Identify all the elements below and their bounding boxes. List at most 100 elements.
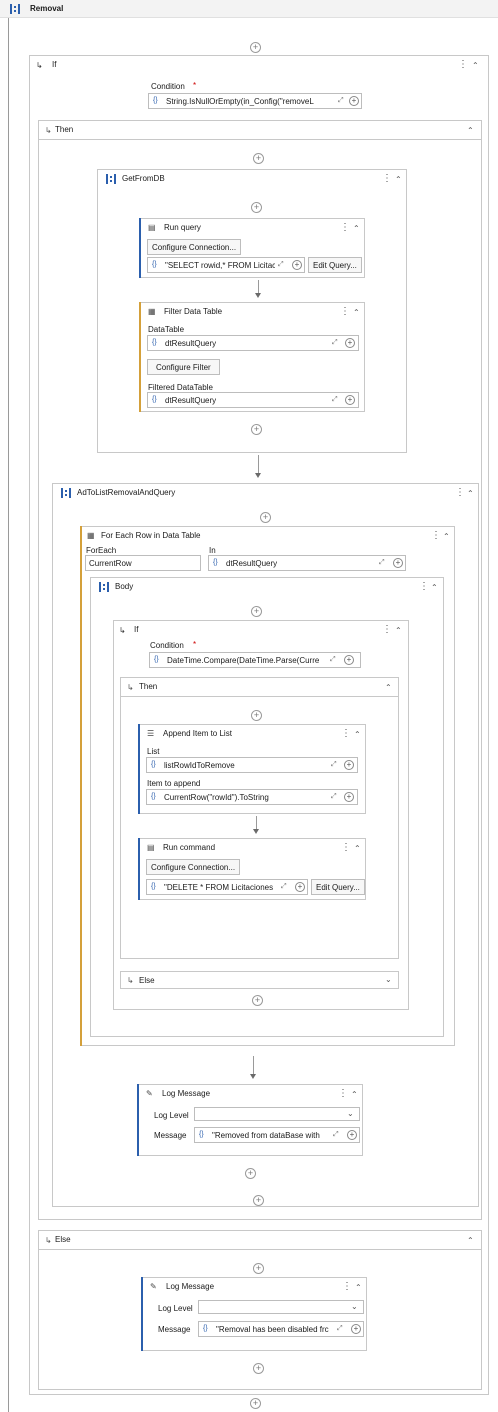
field-plus-icon[interactable]: + — [393, 558, 403, 568]
filter-collapse-icon[interactable]: ⌃ — [353, 308, 360, 318]
expand-editor-icon[interactable]: ⤢ — [379, 559, 385, 567]
adtolist-collapse-icon[interactable]: ⌃ — [467, 489, 474, 499]
add-activity-icon[interactable]: + — [245, 1168, 256, 1179]
add-activity-icon[interactable]: + — [253, 1363, 264, 1374]
add-activity-icon[interactable]: + — [253, 1263, 264, 1274]
add-activity-icon[interactable]: + — [252, 995, 263, 1006]
in-field[interactable]: {} dtResultQuery ⤢ + — [208, 555, 406, 571]
inner-condition-field[interactable]: {} DateTime.Compare(DateTime.Parse(Curre… — [149, 652, 361, 668]
field-plus-icon[interactable]: + — [344, 760, 354, 770]
log-menu-icon[interactable]: ⋮ — [342, 1282, 352, 1292]
expand-editor-icon[interactable]: ⤢ — [332, 339, 338, 347]
add-activity-icon[interactable]: + — [251, 202, 262, 213]
field-plus-icon[interactable]: + — [349, 96, 359, 106]
field-plus-icon[interactable]: + — [347, 1130, 357, 1140]
field-plus-icon[interactable]: + — [345, 338, 355, 348]
else-collapse-icon[interactable]: ⌃ — [467, 1236, 474, 1246]
run-query-menu-icon[interactable]: ⋮ — [340, 223, 350, 233]
log-level-select[interactable]: ⌄ — [198, 1300, 364, 1314]
inner-if-menu-icon[interactable]: ⋮ — [382, 625, 392, 635]
message-field[interactable]: {} "Removed from dataBase with ⤢ + — [194, 1127, 360, 1143]
expand-editor-icon[interactable]: ⤢ — [278, 261, 284, 269]
inner-then-branch[interactable]: ↳ Then ⌃ + ☰ Append Item to List ⋮ ⌃ Lis… — [120, 677, 399, 959]
inner-else-branch[interactable]: ↳ Else ⌄ — [120, 971, 399, 989]
field-plus-icon[interactable]: + — [344, 792, 354, 802]
add-activity-icon[interactable]: + — [253, 1195, 264, 1206]
then-branch[interactable]: ↳ Then ⌃ + GetFromDB ⋮ ⌃ + ▤ Run query ⋮… — [38, 120, 482, 1220]
add-activity-icon[interactable]: + — [250, 42, 261, 53]
removal-header[interactable]: Removal — [0, 0, 498, 18]
expand-editor-icon[interactable]: ⤢ — [331, 761, 337, 769]
filter-menu-icon[interactable]: ⋮ — [340, 307, 350, 317]
add-activity-icon[interactable]: + — [251, 424, 262, 435]
field-plus-icon[interactable]: + — [344, 655, 354, 665]
add-activity-icon[interactable]: + — [253, 153, 264, 164]
run-command-collapse-icon[interactable]: ⌃ — [354, 844, 361, 854]
foreach-menu-icon[interactable]: ⋮ — [431, 531, 441, 541]
add-activity-icon[interactable]: + — [260, 512, 271, 523]
item-field[interactable]: {} CurrentRow("rowId").ToString ⤢ + — [146, 789, 358, 805]
add-activity-icon[interactable]: + — [251, 710, 262, 721]
add-activity-icon[interactable]: + — [250, 1398, 261, 1409]
edit-query-button[interactable]: Edit Query... — [311, 879, 365, 895]
run-query-activity[interactable]: ▤ Run query ⋮ ⌃ Configure Connection... … — [139, 218, 365, 278]
expand-editor-icon[interactable]: ⤢ — [333, 1131, 339, 1139]
foreach-variable-field[interactable]: CurrentRow — [85, 555, 201, 571]
foreach-row-activity[interactable]: ▦ For Each Row in Data Table ⋮ ⌃ ForEach… — [80, 526, 455, 1046]
log-message-activity[interactable]: ✎ Log Message ⋮ ⌃ Log Level ⌄ Message {}… — [137, 1084, 363, 1156]
getfromdb-sequence[interactable]: GetFromDB ⋮ ⌃ + ▤ Run query ⋮ ⌃ Configur… — [97, 169, 407, 453]
expand-editor-icon[interactable]: ⤢ — [337, 1325, 343, 1333]
if-activity[interactable]: ↳ If ⋮ ⌃ Condition * {} String.IsNullOrE… — [29, 55, 489, 1395]
foreach-collapse-icon[interactable]: ⌃ — [443, 532, 450, 542]
edit-query-button[interactable]: Edit Query... — [308, 257, 362, 273]
append-item-activity[interactable]: ☰ Append Item to List ⋮ ⌃ List {} listRo… — [138, 724, 366, 814]
log-message-activity[interactable]: ✎ Log Message ⋮ ⌃ Log Level ⌄ Message {}… — [141, 1277, 367, 1351]
if-menu-icon[interactable]: ⋮ — [458, 60, 468, 70]
append-collapse-icon[interactable]: ⌃ — [354, 730, 361, 740]
list-field[interactable]: {} listRowIdToRemove ⤢ + — [146, 757, 358, 773]
if-collapse-icon[interactable]: ⌃ — [472, 61, 479, 71]
command-field[interactable]: {} "DELETE * FROM Licitaciones ⤢ + — [146, 879, 308, 895]
append-menu-icon[interactable]: ⋮ — [341, 729, 351, 739]
field-plus-icon[interactable]: + — [295, 882, 305, 892]
field-plus-icon[interactable]: + — [345, 395, 355, 405]
expand-editor-icon[interactable]: ⤢ — [331, 793, 337, 801]
field-plus-icon[interactable]: + — [292, 260, 302, 270]
getfromdb-menu-icon[interactable]: ⋮ — [382, 174, 392, 184]
run-query-collapse-icon[interactable]: ⌃ — [353, 224, 360, 234]
inner-then-collapse-icon[interactable]: ⌃ — [385, 683, 392, 693]
message-field[interactable]: {} "Removal has been disabled frc ⤢ + — [198, 1321, 364, 1337]
getfromdb-collapse-icon[interactable]: ⌃ — [395, 175, 402, 185]
log-collapse-icon[interactable]: ⌃ — [351, 1090, 358, 1100]
inner-if-collapse-icon[interactable]: ⌃ — [395, 626, 402, 636]
adtolist-menu-icon[interactable]: ⋮ — [455, 488, 465, 498]
field-plus-icon[interactable]: + — [351, 1324, 361, 1334]
configure-filter-button[interactable]: Configure Filter — [147, 359, 220, 375]
run-command-activity[interactable]: ▤ Run command ⋮ ⌃ Configure Connection..… — [138, 838, 366, 900]
query-field[interactable]: {} "SELECT rowid,* FROM Licitac ⤢ + — [147, 257, 305, 273]
expand-editor-icon[interactable]: ⤢ — [330, 656, 336, 664]
body-collapse-icon[interactable]: ⌃ — [431, 583, 438, 593]
log-collapse-icon[interactable]: ⌃ — [355, 1283, 362, 1293]
condition-field[interactable]: {} String.IsNullOrEmpty(in_Config("remov… — [148, 93, 362, 109]
log-menu-icon[interactable]: ⋮ — [338, 1089, 348, 1099]
adtolist-title: AdToListRemovalAndQuery — [77, 488, 176, 497]
body-menu-icon[interactable]: ⋮ — [419, 582, 429, 592]
inner-if-activity[interactable]: ↳ If ⋮ ⌃ Condition * {} DateTime.Compare… — [113, 620, 409, 1010]
configure-connection-button[interactable]: Configure Connection... — [146, 859, 241, 875]
else-branch[interactable]: ↳ Else ⌃ + ✎ Log Message ⋮ ⌃ Log Level ⌄… — [38, 1230, 482, 1390]
log-level-select[interactable]: ⌄ — [194, 1107, 360, 1121]
filtered-datatable-field[interactable]: {} dtResultQuery ⤢ + — [147, 392, 359, 408]
run-command-menu-icon[interactable]: ⋮ — [341, 843, 351, 853]
expand-editor-icon[interactable]: ⤢ — [281, 883, 287, 891]
add-activity-icon[interactable]: + — [251, 606, 262, 617]
inner-else-expand-icon[interactable]: ⌄ — [385, 975, 392, 985]
datatable-field[interactable]: {} dtResultQuery ⤢ + — [147, 335, 359, 351]
then-collapse-icon[interactable]: ⌃ — [467, 126, 474, 136]
body-sequence[interactable]: Body ⋮ ⌃ + ↳ If ⋮ ⌃ Condition * {} DateT… — [90, 577, 444, 1037]
expand-editor-icon[interactable]: ⤢ — [338, 97, 344, 105]
expand-editor-icon[interactable]: ⤢ — [332, 396, 338, 404]
configure-connection-button[interactable]: Configure Connection... — [147, 239, 242, 255]
filter-data-table-activity[interactable]: ▦ Filter Data Table ⋮ ⌃ DataTable {} dtR… — [139, 302, 365, 412]
adtolist-sequence[interactable]: AdToListRemovalAndQuery ⋮ ⌃ + ▦ For Each… — [52, 483, 479, 1207]
